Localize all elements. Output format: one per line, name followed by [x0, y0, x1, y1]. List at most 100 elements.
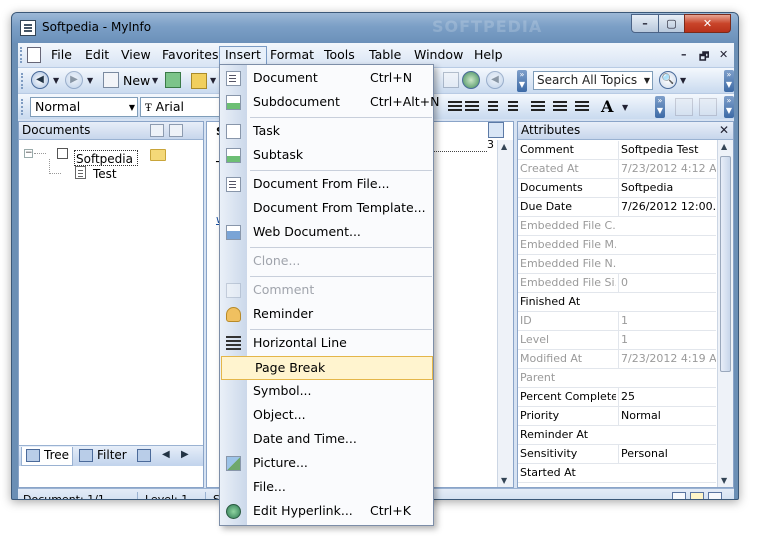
attr-scroll-up-icon[interactable]: ▲ — [721, 142, 727, 151]
insert-menu-item-date-and-time[interactable]: Date and Time... — [220, 428, 433, 452]
tab-scroll-right-icon[interactable]: ▶ — [181, 449, 189, 460]
attribute-row[interactable]: Documents Softpedia — [518, 179, 716, 198]
attribute-value[interactable]: Softpedia Test — [618, 141, 716, 159]
attribute-row[interactable]: Created At 7/23/2012 4:12 AM — [518, 160, 716, 179]
tree-item-softpedia[interactable]: Softpedia — [74, 150, 138, 166]
insert-menu-item-page-break[interactable]: Page Break — [221, 356, 433, 380]
menu-table[interactable]: Table — [364, 46, 406, 64]
insert-menu-item-horizontal-line[interactable]: Horizontal Line — [220, 332, 433, 356]
view-layout-icon[interactable] — [690, 492, 704, 499]
menu-tools[interactable]: Tools — [319, 46, 360, 64]
tab-tree[interactable]: Tree — [21, 447, 73, 466]
tab-scroll-left-icon[interactable]: ◀ — [162, 449, 170, 460]
menu-edit[interactable]: Edit — [80, 46, 114, 64]
insert-menu-item-file[interactable]: File... — [220, 476, 433, 500]
bullet-list-icon[interactable] — [508, 101, 518, 113]
attribute-row[interactable]: Sensitivity Personal — [518, 445, 716, 464]
back-dropdown-icon[interactable]: ▼ — [53, 76, 59, 85]
font-color-dropdown-icon[interactable]: ▼ — [622, 103, 628, 112]
doc-minimize-icon[interactable]: – — [681, 48, 687, 61]
insert-menu-item-symbol[interactable]: Symbol... — [220, 380, 433, 404]
attribute-row[interactable]: Embedded File C... — [518, 217, 716, 236]
history-back-icon[interactable]: ◀ — [486, 71, 504, 89]
insert-menu-item-reminder[interactable]: Reminder — [220, 303, 433, 327]
import-icon[interactable] — [165, 72, 181, 88]
insert-menu-item-document-from-file[interactable]: Document From File... — [220, 173, 433, 197]
insert-menu-item-document[interactable]: Document Ctrl+N — [220, 67, 433, 91]
attribute-row[interactable]: Modified At 7/23/2012 4:19 AM — [518, 350, 716, 369]
editor-scrollbar[interactable]: ▲ ▼ — [497, 140, 513, 487]
attribute-value[interactable]: 1 — [618, 312, 716, 330]
attribute-row[interactable]: Finished At — [518, 293, 716, 312]
attribute-value[interactable]: Personal — [618, 445, 716, 463]
insert-menu-item-clone[interactable]: Clone... — [220, 250, 433, 274]
menu-view[interactable]: View — [116, 46, 156, 64]
tree-item-test[interactable]: Test — [93, 166, 117, 184]
open-folder-icon[interactable] — [191, 73, 207, 89]
attribute-row[interactable]: ID 1 — [518, 312, 716, 331]
attribute-row[interactable]: Started At — [518, 464, 716, 483]
view-outline-icon[interactable] — [708, 492, 722, 499]
menu-window[interactable]: Window — [409, 46, 468, 64]
menu-format[interactable]: Format — [265, 46, 319, 64]
attribute-row[interactable]: Level 1 — [518, 331, 716, 350]
insert-menu-item-document-from-template[interactable]: Document From Template... — [220, 197, 433, 221]
insert-menu-item-subtask[interactable]: Subtask — [220, 144, 433, 168]
insert-menu-item-task[interactable]: Task — [220, 120, 433, 144]
insert-menu-item-object[interactable]: Object... — [220, 404, 433, 428]
back-icon[interactable]: ◀ — [31, 71, 49, 89]
scroll-up-icon[interactable]: ▲ — [501, 142, 507, 151]
insert-menu-item-comment[interactable]: Comment — [220, 279, 433, 303]
document-menu-icon[interactable] — [27, 47, 41, 63]
style-dropdown-icon[interactable]: ▼ — [129, 99, 135, 117]
menu-help[interactable]: Help — [469, 46, 508, 64]
search-icon[interactable]: 🔍 — [659, 71, 677, 89]
justify-icon[interactable] — [465, 101, 479, 113]
forward-dropdown-icon[interactable]: ▼ — [87, 76, 93, 85]
tab-tags[interactable] — [133, 447, 155, 466]
close-button[interactable]: ✕ — [684, 14, 731, 33]
numbered-list-icon[interactable] — [488, 101, 498, 113]
attribute-row[interactable]: Percent Completed 25 — [518, 388, 716, 407]
toolbar1-overflow-icon[interactable]: » ▼ — [724, 70, 734, 92]
toolbar-overflow-icon[interactable]: » ▼ — [517, 70, 527, 92]
toolbar-grip[interactable] — [21, 73, 24, 89]
search-options-dropdown-icon[interactable]: ▼ — [680, 76, 686, 85]
attribute-value[interactable]: 1 — [618, 331, 716, 349]
insert-menu-item-web-document[interactable]: Web Document... — [220, 221, 433, 245]
attribute-row[interactable]: Priority Normal — [518, 407, 716, 426]
attribute-value[interactable]: Softpedia — [618, 179, 716, 197]
toolbar2-extra-overflow-icon[interactable]: » ▼ — [724, 96, 734, 118]
minimize-button[interactable]: – — [631, 14, 659, 33]
forward-icon[interactable]: ▶ — [65, 71, 83, 89]
print-icon[interactable] — [443, 72, 459, 88]
toggle-pane-icon[interactable] — [699, 98, 717, 116]
attribute-row[interactable]: Due Date 7/26/2012 12:00... — [518, 198, 716, 217]
increase-indent-icon[interactable] — [553, 101, 567, 113]
attribute-row[interactable]: Comment Softpedia Test — [518, 141, 716, 160]
search-dropdown-icon[interactable]: ▼ — [644, 72, 650, 89]
insert-menu-item-edit-hyperlink[interactable]: Edit Hyperlink... Ctrl+K — [220, 500, 433, 524]
attribute-value[interactable]: 7/23/2012 4:19 AM — [618, 350, 716, 368]
attribute-row[interactable]: Embedded File M... — [518, 236, 716, 255]
attr-scroll-thumb[interactable] — [720, 156, 731, 372]
attribute-row[interactable]: Embedded File Si... 0 — [518, 274, 716, 293]
softpedia-checkbox[interactable] — [57, 148, 68, 159]
new-button[interactable]: New — [123, 73, 150, 88]
app-icon[interactable] — [20, 20, 36, 36]
attribute-value[interactable]: 25 — [618, 388, 716, 406]
attributes-scrollbar[interactable]: ▲ ▼ — [717, 140, 733, 487]
attribute-value[interactable]: 0 — [618, 274, 716, 292]
font-select[interactable]: Ŧ Arial — [140, 97, 230, 117]
maximize-button[interactable]: ▢ — [658, 14, 685, 33]
view-normal-icon[interactable] — [672, 492, 686, 499]
search-input[interactable]: Search All Topics ▼ — [533, 71, 653, 90]
style-select[interactable]: Normal ▼ — [30, 97, 138, 117]
toolbar2-overflow-icon[interactable]: » ▼ — [655, 96, 665, 118]
tab-filter[interactable]: Filter — [75, 447, 131, 466]
globe-icon[interactable] — [462, 71, 480, 89]
editor-options-icon[interactable] — [488, 122, 504, 138]
new-dropdown-icon[interactable]: ▼ — [152, 76, 158, 85]
attr-scroll-down-icon[interactable]: ▼ — [721, 476, 727, 485]
scroll-down-icon[interactable]: ▼ — [501, 476, 507, 485]
